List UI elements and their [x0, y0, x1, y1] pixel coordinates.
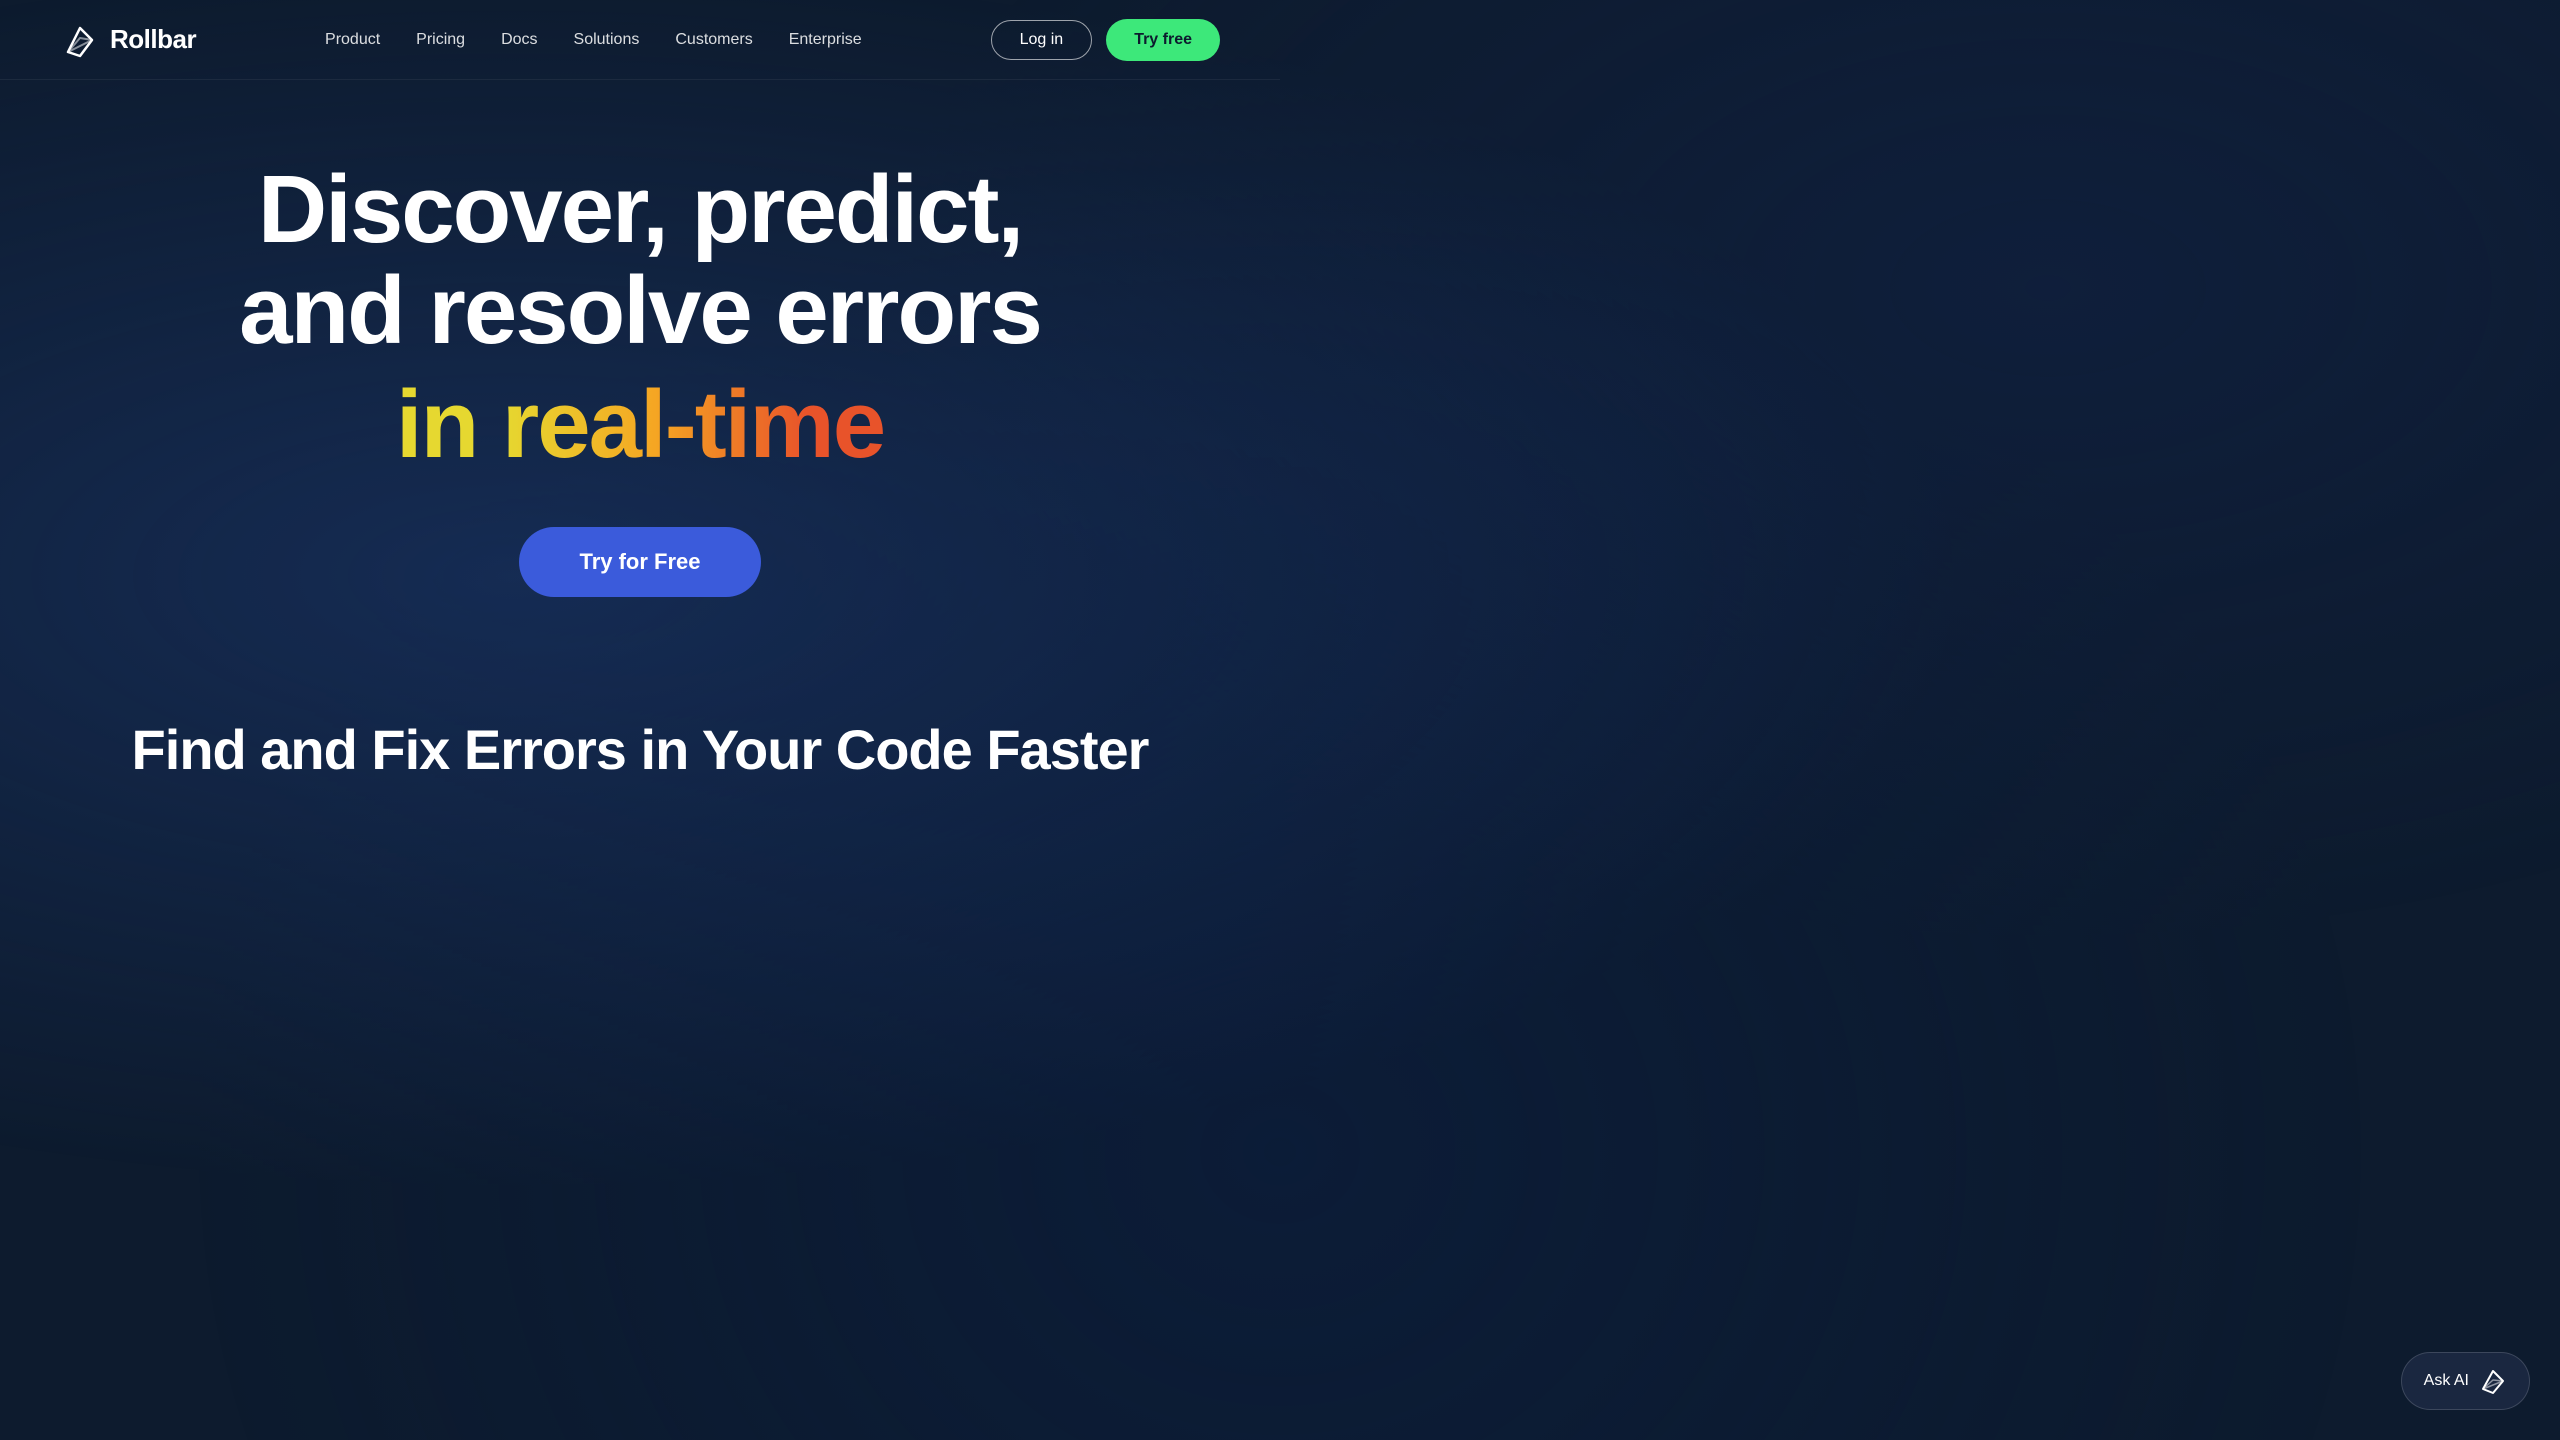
lower-headline: Find and Fix Errors in Your Code Faster	[40, 717, 1240, 782]
logo-link[interactable]: Rollbar	[60, 20, 196, 60]
brand-name: Rollbar	[110, 24, 196, 55]
lower-section: Find and Fix Errors in Your Code Faster	[0, 657, 1280, 822]
hero-colored-tagline: in real‑time	[396, 372, 884, 478]
nav-pricing[interactable]: Pricing	[416, 31, 465, 48]
navbar: Rollbar Product Pricing Docs Solutions C…	[0, 0, 1280, 80]
nav-links: Product Pricing Docs Solutions Customers…	[325, 31, 862, 49]
hero-text-in: in	[396, 371, 502, 478]
login-button[interactable]: Log in	[991, 20, 1093, 60]
nav-product[interactable]: Product	[325, 31, 380, 48]
rollbar-logo-icon	[60, 20, 100, 60]
nav-actions: Log in Try free	[991, 19, 1220, 61]
hero-section: Discover, predict, and resolve errors in…	[0, 80, 1280, 657]
nav-enterprise[interactable]: Enterprise	[789, 31, 862, 48]
ask-ai-icon	[2479, 1367, 2507, 1395]
hero-headline: Discover, predict, and resolve errors	[239, 160, 1041, 362]
ask-ai-button[interactable]: Ask AI	[2401, 1352, 2530, 1410]
try-free-nav-button[interactable]: Try free	[1106, 19, 1220, 61]
nav-customers[interactable]: Customers	[675, 31, 752, 48]
nav-solutions[interactable]: Solutions	[574, 31, 640, 48]
nav-docs[interactable]: Docs	[501, 31, 537, 48]
ask-ai-label: Ask AI	[2424, 1372, 2469, 1390]
hero-cta-button[interactable]: Try for Free	[519, 527, 760, 597]
hero-text-realtime: real‑time	[502, 371, 884, 478]
